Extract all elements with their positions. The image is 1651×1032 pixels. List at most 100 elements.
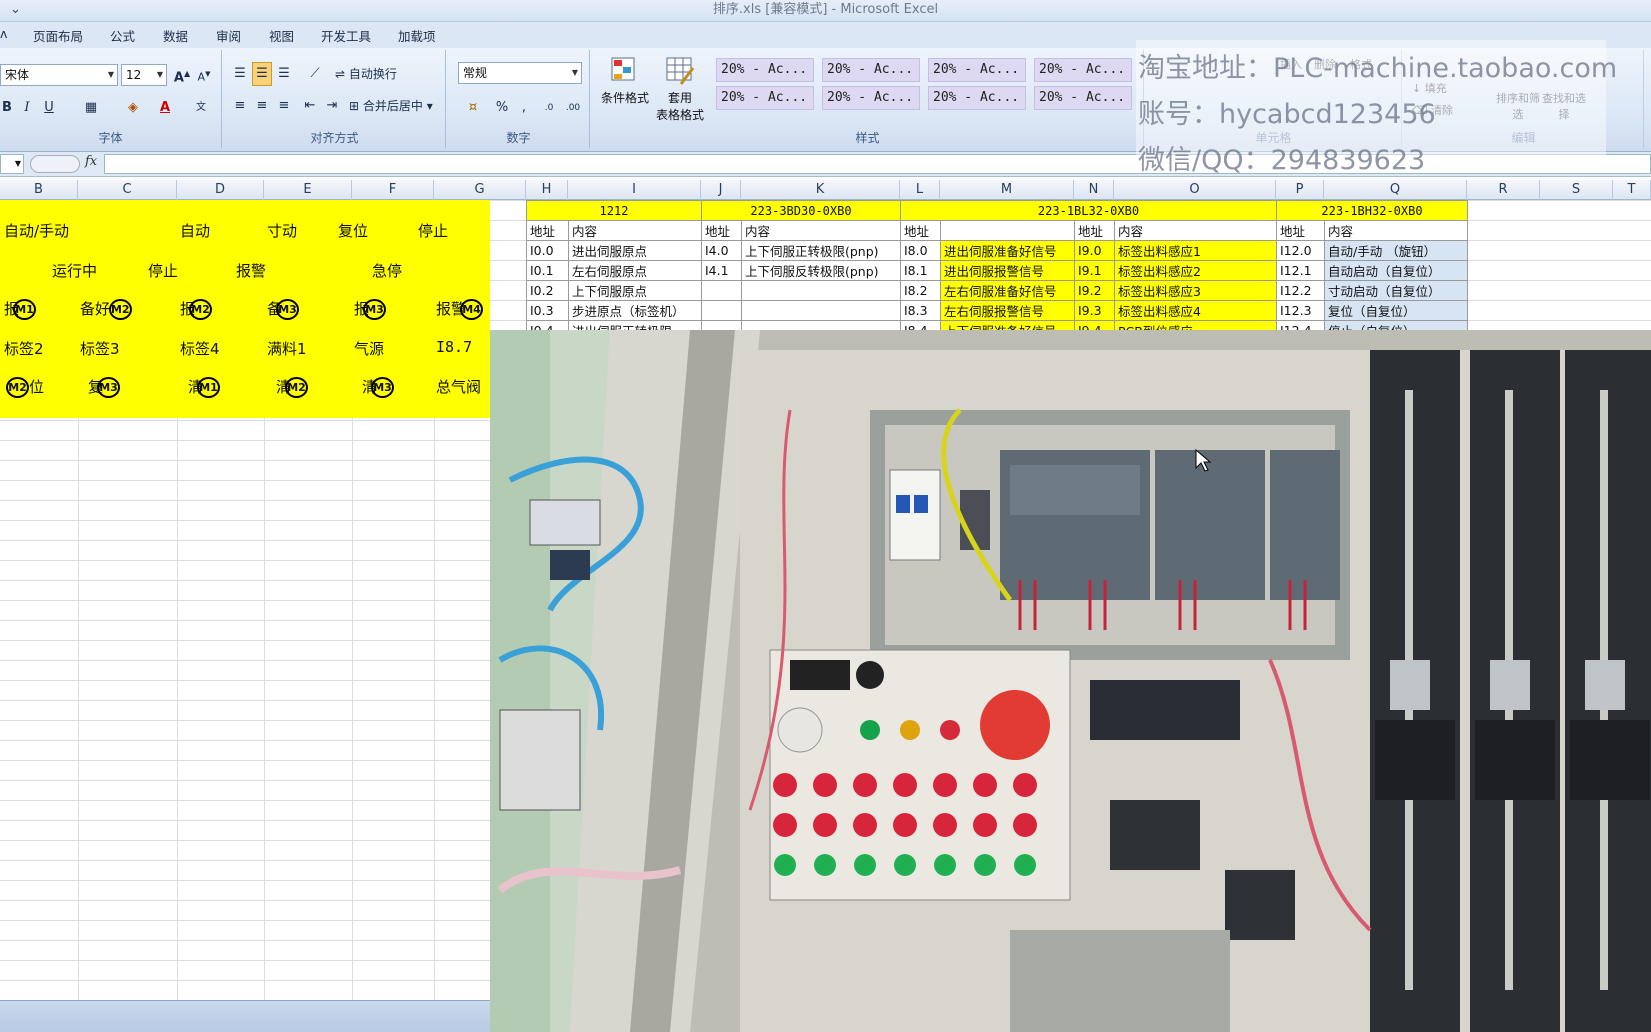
io-cell[interactable]: 上下伺服原点 — [568, 280, 702, 301]
addr-header[interactable]: 地址 — [701, 220, 742, 241]
io-cell[interactable]: I12.2 — [1276, 280, 1325, 301]
merge-center-button[interactable]: ⊞ 合并后居中 ▾ — [348, 94, 444, 118]
increase-indent-button[interactable]: ⇥ — [322, 94, 342, 118]
io-cell[interactable]: I0.1 — [526, 260, 569, 281]
align-right-button[interactable]: ≡ — [274, 94, 294, 118]
io-cell[interactable]: I8.1 — [900, 260, 941, 281]
align-bottom-button[interactable]: ☰ — [274, 62, 294, 86]
io-cell[interactable]: 左右伺服报警信号 — [940, 300, 1075, 321]
column-header-r[interactable]: R — [1467, 180, 1540, 200]
tab-page-layout[interactable]: 页面布局 — [33, 26, 83, 45]
io-cell[interactable]: I8.0 — [900, 240, 941, 261]
io-cell[interactable]: 左右伺服准备好信号 — [940, 280, 1075, 301]
align-center-button[interactable]: ≡ — [252, 94, 272, 118]
io-module-3bd30[interactable]: 223-3BD30-0XB0 — [701, 200, 901, 221]
io-cell[interactable]: 进出伺服原点 — [568, 240, 702, 261]
align-middle-button[interactable]: ☰ — [252, 62, 272, 86]
io-cell[interactable]: I9.3 — [1074, 300, 1115, 321]
io-cell[interactable]: 自动/手动 （旋钮） — [1324, 240, 1468, 261]
comma-button[interactable]: , — [514, 96, 534, 120]
font-color-button[interactable]: A — [150, 96, 180, 120]
sheet-tab-bar[interactable] — [0, 1000, 490, 1032]
column-header-g[interactable]: G — [434, 180, 526, 200]
cell-style-8[interactable]: 20% - Ac... — [1034, 86, 1132, 110]
io-cell[interactable] — [741, 300, 901, 321]
conditional-format-button[interactable]: 条件格式 — [600, 56, 650, 106]
column-header-c[interactable]: C — [78, 180, 177, 200]
font-name-select[interactable]: 宋体 ▼ — [0, 64, 118, 86]
column-header-q[interactable]: Q — [1324, 180, 1467, 200]
content-header[interactable]: 内容 — [568, 220, 702, 241]
tab-review[interactable]: 审阅 — [216, 26, 241, 45]
addr-header[interactable]: 地址 — [526, 220, 569, 241]
column-header-f[interactable]: F — [352, 180, 434, 200]
io-cell[interactable] — [741, 280, 901, 301]
column-header-t[interactable]: T — [1613, 180, 1651, 200]
underline-button[interactable]: U — [40, 96, 58, 120]
cell-style-6[interactable]: 20% - Ac... — [822, 86, 920, 110]
format-as-table-button[interactable]: 套用 表格格式 — [654, 56, 706, 123]
column-header-k[interactable]: K — [741, 180, 900, 200]
tab-data[interactable]: 数据 — [163, 26, 188, 45]
io-cell[interactable]: 标签出料感应2 — [1114, 260, 1277, 281]
addr-header[interactable]: 地址 — [1276, 220, 1325, 241]
io-cell[interactable]: I0.3 — [526, 300, 569, 321]
align-left-button[interactable]: ≡ — [230, 94, 250, 118]
io-cell[interactable]: I4.0 — [701, 240, 742, 261]
addr-header[interactable]: 地址 — [900, 220, 941, 241]
io-cell[interactable]: I9.2 — [1074, 280, 1115, 301]
cell-style-1[interactable]: 20% - Ac... — [716, 58, 814, 82]
cell-style-7[interactable]: 20% - Ac... — [928, 86, 1026, 110]
io-cell[interactable]: I8.3 — [900, 300, 941, 321]
column-header-b[interactable]: B — [0, 180, 78, 200]
cell-style-5[interactable]: 20% - Ac... — [716, 86, 814, 110]
column-header-o[interactable]: O — [1114, 180, 1276, 200]
column-header-j[interactable]: J — [701, 180, 741, 200]
io-cell[interactable] — [701, 300, 742, 321]
increase-decimal-button[interactable]: .0 — [538, 96, 560, 120]
io-cell[interactable]: 标签出料感应3 — [1114, 280, 1277, 301]
italic-button[interactable]: I — [18, 96, 36, 120]
io-cell[interactable]: I0.0 — [526, 240, 569, 261]
column-header-m[interactable]: M — [940, 180, 1074, 200]
io-cell[interactable]: 上下伺服正转极限(pnp) — [741, 240, 901, 261]
io-cell[interactable]: I4.1 — [701, 260, 742, 281]
io-cell[interactable]: 左右伺服原点 — [568, 260, 702, 281]
io-module-1212[interactable]: 1212 — [526, 200, 702, 221]
border-button[interactable]: ▦ — [76, 96, 106, 120]
column-header-n[interactable]: N — [1074, 180, 1114, 200]
percent-button[interactable]: % — [492, 96, 512, 120]
io-module-1bl32[interactable]: 223-1BL32-0XB0 — [900, 200, 1277, 221]
cell-style-4[interactable]: 20% - Ac... — [1034, 58, 1132, 82]
io-cell[interactable]: 标签出料感应1 — [1114, 240, 1277, 261]
io-cell[interactable]: I8.2 — [900, 280, 941, 301]
io-cell[interactable]: I12.1 — [1276, 260, 1325, 281]
shrink-font-button[interactable]: A▼ — [194, 62, 214, 86]
io-module-1bh32[interactable]: 223-1BH32-0XB0 — [1276, 200, 1468, 221]
addr-header[interactable]: 地址 — [1074, 220, 1115, 241]
io-cell[interactable]: I9.1 — [1074, 260, 1115, 281]
fill-color-button[interactable]: ◈ — [118, 96, 148, 120]
content-header[interactable]: 内容 — [1114, 220, 1277, 241]
tab-developer[interactable]: 开发工具 — [321, 26, 371, 45]
content-header[interactable]: 内容 — [1324, 220, 1468, 241]
io-cell[interactable]: 复位（自复位） — [1324, 300, 1468, 321]
tab-formulas[interactable]: 公式 — [110, 26, 135, 45]
column-header-h[interactable]: H — [526, 180, 568, 200]
io-cell[interactable]: 进出伺服准备好信号 — [940, 240, 1075, 261]
decrease-decimal-button[interactable]: .00 — [562, 96, 584, 120]
grow-font-button[interactable]: A▲ — [172, 62, 192, 86]
column-header-p[interactable]: P — [1276, 180, 1324, 200]
align-top-button[interactable]: ☰ — [230, 62, 250, 86]
io-cell[interactable]: I9.0 — [1074, 240, 1115, 261]
io-cell[interactable] — [701, 280, 742, 301]
currency-button[interactable]: ¤ — [458, 96, 488, 120]
io-cell[interactable]: 自动启动（自复位） — [1324, 260, 1468, 281]
cell-style-2[interactable]: 20% - Ac... — [822, 58, 920, 82]
io-cell[interactable]: 步进原点（标签机） — [568, 300, 702, 321]
tab-partial-start[interactable]: ʌ — [0, 26, 7, 41]
insert-function-button[interactable]: fx — [85, 154, 97, 169]
decrease-indent-button[interactable]: ⇤ — [300, 94, 320, 118]
empty-header[interactable] — [940, 220, 1075, 241]
tab-addins[interactable]: 加载项 — [398, 26, 436, 45]
